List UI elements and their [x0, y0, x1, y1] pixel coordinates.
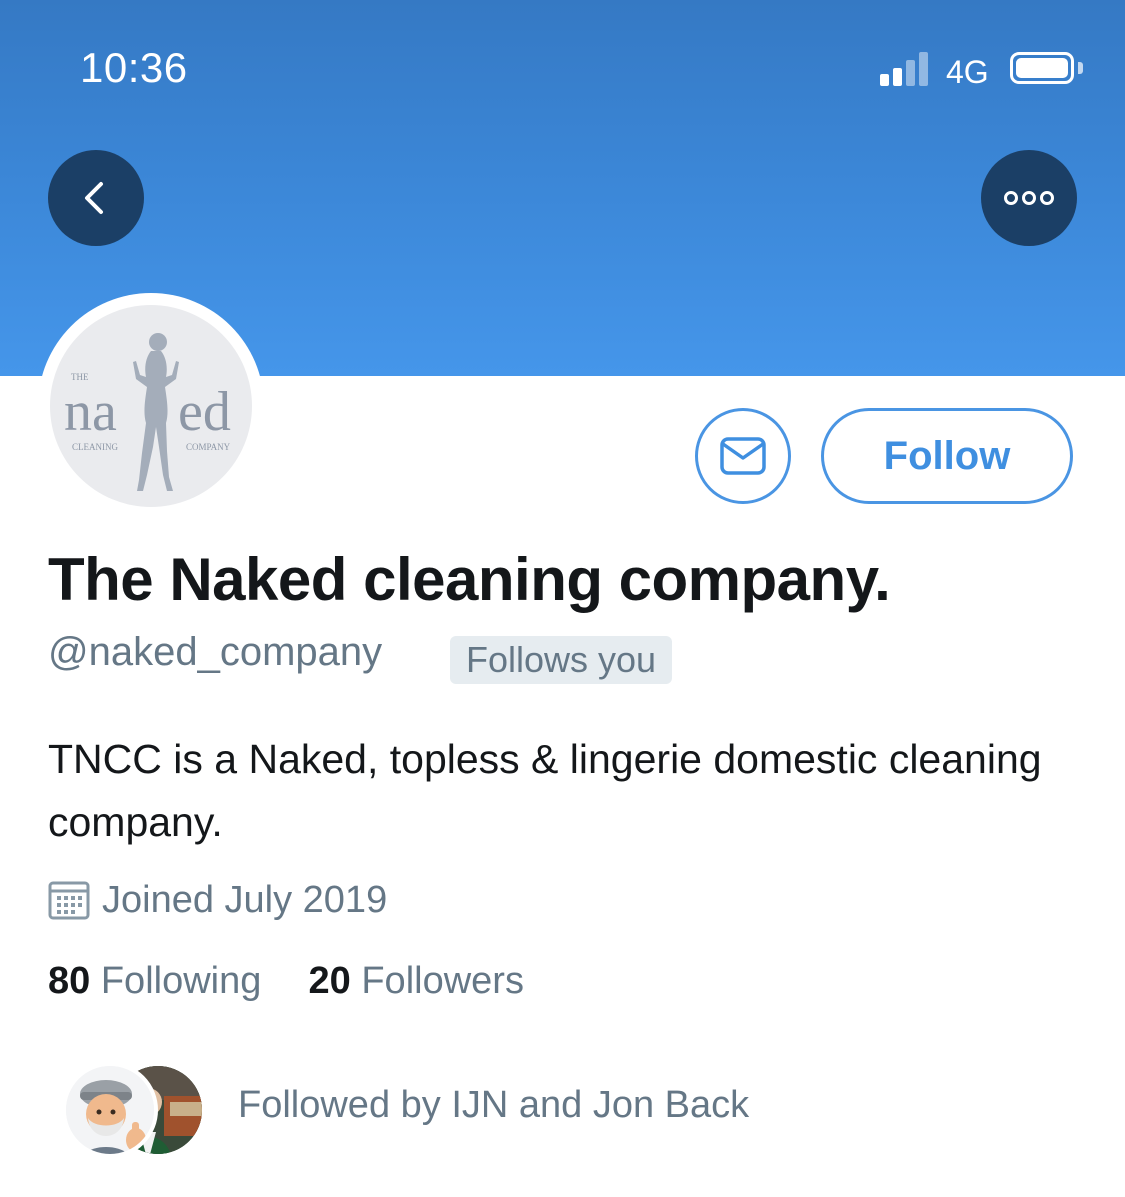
signal-strength-icon — [880, 50, 940, 86]
avatar-ijn — [62, 1062, 158, 1158]
joined-date-row: Joined July 2019 — [48, 876, 387, 924]
follow-stats: 80 Following 20 Followers — [48, 960, 524, 1003]
logo-cleaning: CLEANING — [72, 442, 118, 452]
follow-button[interactable]: Follow — [821, 408, 1073, 504]
battery-tip — [1078, 62, 1083, 74]
profile-avatar[interactable]: THE na ed CLEANING COMPANY — [38, 293, 264, 519]
display-name: The Naked cleaning company. — [48, 546, 891, 613]
back-button[interactable] — [48, 150, 144, 246]
avatar-logo: THE na ed CLEANING COMPANY — [50, 305, 252, 507]
followers-stat[interactable]: 20 Followers — [309, 960, 524, 1002]
followers-label: Followers — [361, 960, 524, 1002]
chevron-left-icon — [85, 182, 103, 214]
following-label: Following — [100, 960, 262, 1002]
envelope-icon — [720, 437, 766, 475]
follows-you-badge: Follows you — [450, 636, 673, 684]
user-handle: @naked_company — [48, 630, 383, 674]
naked-company-logo: THE na ed CLEANING COMPANY — [64, 333, 231, 491]
more-options-button[interactable] — [981, 150, 1077, 246]
logo-company: COMPANY — [186, 442, 231, 452]
joined-date: Joined July 2019 — [102, 878, 388, 921]
followed-by-text[interactable]: Followed by IJN and Jon Back — [238, 1084, 749, 1127]
network-type: 4G — [946, 54, 989, 90]
ellipsis-icon — [1004, 191, 1054, 205]
followers-count: 20 — [308, 960, 351, 1002]
logo-ed: ed — [178, 381, 231, 443]
profile-bio: TNCC is a Naked, topless & lingerie dome… — [48, 736, 1042, 845]
status-time: 10:36 — [80, 44, 188, 91]
following-count: 80 — [48, 960, 91, 1002]
message-button[interactable] — [695, 408, 791, 504]
logo-na: na — [64, 381, 117, 443]
following-stat[interactable]: 80 Following — [48, 960, 272, 1002]
battery-icon — [1010, 52, 1074, 84]
calendar-icon — [48, 881, 90, 920]
